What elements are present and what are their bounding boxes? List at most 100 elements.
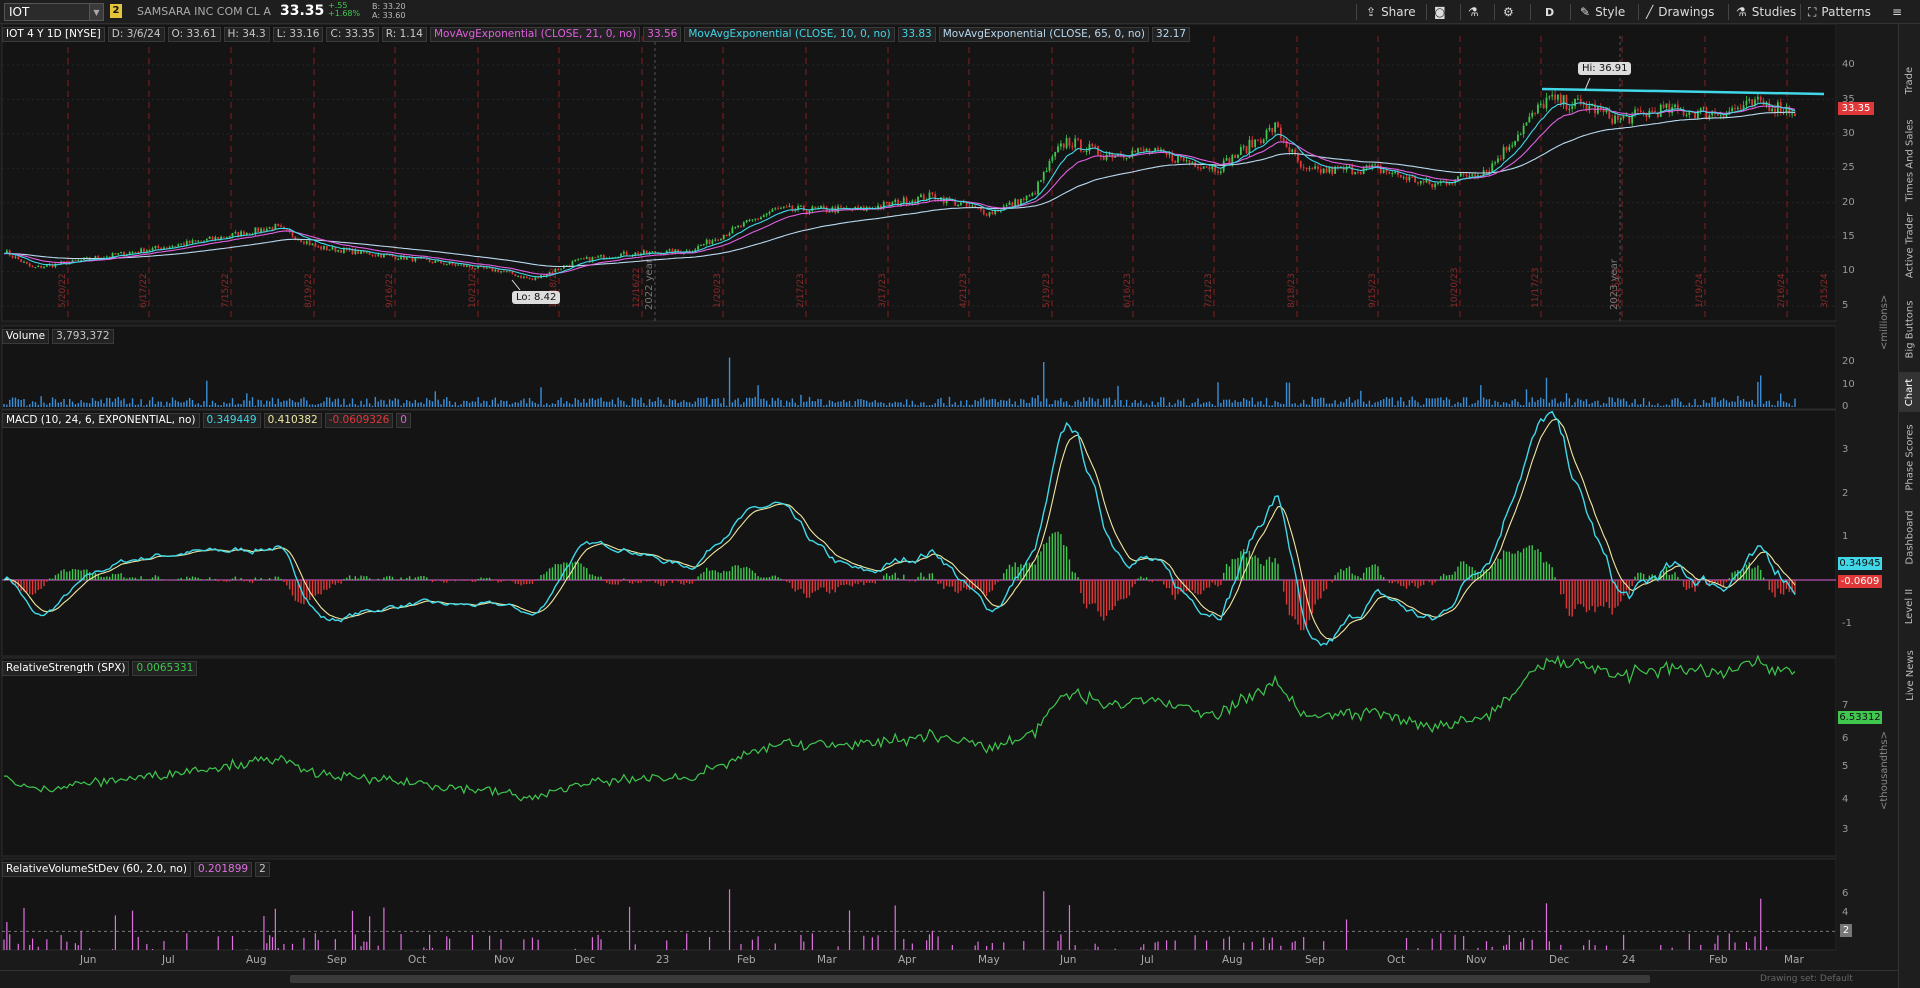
macd-hist-bar: [320, 580, 322, 595]
rvsd-bar: [931, 930, 933, 950]
macd-title[interactable]: MACD (10, 24, 6, EXPONENTIAL, no): [2, 412, 200, 428]
volume-bar: [1462, 397, 1465, 407]
macd-hist-bar: [1422, 580, 1425, 585]
candle-body: [745, 220, 748, 223]
candle-body: [1611, 118, 1614, 124]
macd-hist-bar: [1331, 580, 1333, 583]
chart-scrollbar[interactable]: Drawing set: Default: [0, 970, 1898, 988]
rvsd-bar: [1623, 934, 1625, 950]
candle-body: [1245, 146, 1248, 154]
macd-hist-bar: [557, 564, 559, 580]
tab-label: Level II: [1904, 588, 1916, 624]
volume-bar: [1257, 401, 1259, 407]
macd-hist-bar: [928, 573, 931, 580]
volume-bar: [43, 402, 45, 407]
chart-canvas[interactable]: 5/20/22 6/17/22 7/15/22 8/19/22 9/16/22 10/21…: [0, 0, 1898, 988]
macd-hist-bar: [343, 578, 345, 580]
x-tick: Dec: [575, 954, 596, 966]
candle-body: [454, 264, 457, 266]
macd-hist-bar: [1045, 542, 1048, 580]
candle-body: [157, 246, 160, 248]
y-tick: 2: [1842, 488, 1849, 499]
volume-bar: [1245, 399, 1248, 407]
volume-bar: [851, 405, 854, 407]
price-tag: 33.35: [1838, 102, 1874, 115]
ema10-label[interactable]: MovAvgExponential (CLOSE, 10, 0, no): [684, 26, 895, 42]
scroll-thumb[interactable]: [290, 975, 1650, 983]
macd-hist-bar: [1768, 580, 1770, 590]
macd-hist-bar: [1011, 566, 1014, 580]
candle-body: [337, 249, 340, 252]
volume-bar: [380, 399, 382, 407]
candle-body: [234, 232, 237, 234]
rvsd-bar: [363, 941, 365, 950]
tab-times-and-sales[interactable]: Times And Sales: [1899, 114, 1920, 206]
ema65-label[interactable]: MovAvgExponential (CLOSE, 65, 0, no): [938, 26, 1150, 42]
candle-body: [1577, 98, 1579, 100]
rs-title[interactable]: RelativeStrength (SPX): [2, 660, 130, 676]
volume-bar: [74, 404, 77, 407]
side-tabs: Trade Times And Sales Active Trader Big But…: [1898, 24, 1920, 988]
volume-bar: [1585, 399, 1588, 407]
candle-body: [740, 225, 742, 227]
price-panel-title[interactable]: IOT 4 Y 1D [NYSE]: [2, 26, 105, 42]
rvsd-title[interactable]: RelativeVolumeStDev (60, 2.0, no): [2, 861, 191, 877]
candle-body: [1057, 146, 1059, 152]
tab-level-ii[interactable]: Level II: [1899, 578, 1920, 634]
volume-bar: [403, 403, 405, 407]
rvsd-bar: [977, 941, 979, 950]
rvsd-bar: [600, 939, 602, 950]
macd-hist-bar: [486, 577, 488, 580]
volume-bar: [1408, 400, 1411, 407]
tab-trade[interactable]: Trade: [1899, 50, 1920, 110]
volume-bar: [531, 401, 534, 407]
tab-live-news[interactable]: Live News: [1899, 644, 1920, 706]
volume-bar: [548, 405, 551, 407]
volume-bar: [537, 404, 539, 407]
rvsd-bar: [951, 945, 953, 950]
volume-bar: [683, 400, 685, 407]
vertical-date-label: 10/21/22: [468, 268, 478, 308]
tab-big-buttons[interactable]: Big Buttons: [1899, 294, 1920, 364]
macd-hist-bar: [897, 577, 899, 580]
candle-body: [465, 265, 468, 267]
tab-active-trader[interactable]: Active Trader: [1899, 206, 1920, 284]
candle-body: [1271, 127, 1274, 133]
macd-hist-bar: [1360, 577, 1362, 580]
ema21-label[interactable]: MovAvgExponential (CLOSE, 21, 0, no): [430, 26, 641, 42]
macd-hist-bar: [657, 580, 659, 584]
volume-bar: [274, 404, 277, 407]
volume-bar: [1191, 403, 1193, 407]
macd-hist-bar: [865, 580, 868, 583]
macd-hist-bar: [891, 574, 894, 580]
macd-hist-bar: [1057, 531, 1059, 580]
volume-title[interactable]: Volume: [2, 328, 50, 344]
year-marker-label: 2022 year: [644, 258, 655, 310]
candle-body: [1265, 129, 1268, 140]
macd-hist-bar: [1668, 575, 1671, 580]
tab-phase-scores[interactable]: Phase Scores: [1899, 420, 1920, 494]
volume-bar: [46, 404, 48, 407]
candle-body: [1205, 166, 1208, 168]
volume-bar: [1128, 405, 1131, 407]
x-tick: Nov: [1466, 954, 1487, 966]
volume-bar: [888, 402, 891, 407]
volume-bar: [717, 398, 719, 407]
macd-hist-bar: [1143, 578, 1145, 580]
candle-body: [760, 217, 762, 219]
macd-hist-bar: [628, 580, 631, 584]
macd-hist-bar: [903, 574, 905, 580]
candle-body: [1654, 110, 1656, 112]
rvsd-bar: [1440, 933, 1442, 950]
candle-body: [23, 261, 25, 263]
volume-bar: [1340, 401, 1342, 407]
volume-bar: [1702, 399, 1705, 407]
candle-body: [1188, 160, 1191, 163]
macd-hist-bar: [811, 580, 814, 593]
macd-hist-bar: [508, 579, 511, 580]
macd-hist-bar: [534, 580, 537, 582]
macd-hist-bar: [1065, 546, 1068, 580]
tab-chart[interactable]: Chart: [1899, 372, 1920, 412]
volume-bar: [877, 402, 879, 407]
tab-dashboard[interactable]: Dashboard: [1899, 504, 1920, 570]
